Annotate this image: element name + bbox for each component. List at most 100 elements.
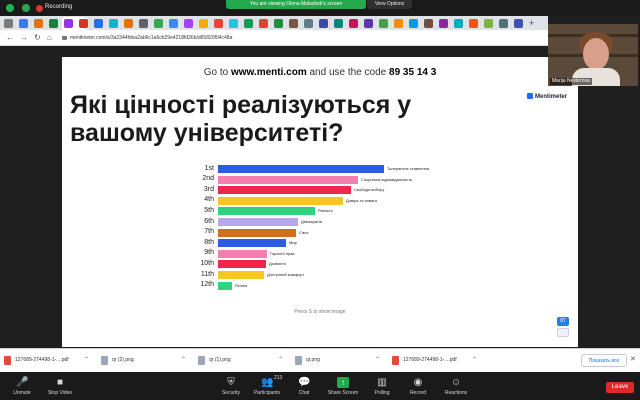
response-count-badge: 87 — [557, 317, 569, 326]
bar-value-label: Довіра та повага — [346, 197, 377, 203]
tab-favicon-icon[interactable] — [199, 19, 208, 28]
tab-favicon-icon[interactable] — [334, 19, 343, 28]
bar-value-label: Мир — [289, 240, 297, 246]
tab-favicon-icon[interactable] — [19, 19, 28, 28]
tab-favicon-icon[interactable] — [379, 19, 388, 28]
tab-favicon-icon[interactable] — [319, 19, 328, 28]
download-item[interactable]: 127689-274498-1-....pdf ⌃ — [392, 354, 477, 368]
bar-value-label: Демократія — [301, 219, 322, 224]
tab-favicon-icon[interactable] — [94, 19, 103, 28]
tab-favicon-icon[interactable] — [49, 19, 58, 28]
rank-label: 12th — [200, 281, 214, 289]
chevron-up-icon[interactable]: ⌃ — [181, 355, 186, 365]
tab-favicon-icon[interactable] — [304, 19, 313, 28]
tab-favicon-icon[interactable] — [244, 19, 253, 28]
show-all-downloads-button[interactable]: Показать все — [581, 354, 627, 367]
share-screen-button[interactable]: ↑ Share Screen — [321, 375, 365, 399]
tab-favicon-icon[interactable] — [469, 19, 478, 28]
chat-button[interactable]: 💬 Chat — [282, 375, 326, 399]
chart-bar — [218, 196, 343, 205]
chat-label: Chat — [298, 390, 310, 396]
viewing-banner: You are viewing Olena Malashek's screen — [226, 0, 366, 9]
tab-favicon-icon[interactable] — [139, 19, 148, 28]
chevron-up-icon[interactable]: ⌃ — [278, 355, 283, 365]
muted-mic-icon: 🎤 — [16, 377, 29, 388]
share-screen-icon: ↑ — [337, 377, 349, 388]
download-item[interactable]: qr (1).png ⌃ — [198, 354, 283, 368]
chevron-up-icon[interactable]: ⌃ — [84, 355, 89, 365]
chevron-up-icon[interactable]: ⌃ — [472, 355, 477, 365]
tab-favicon-icon[interactable] — [34, 19, 43, 28]
tab-favicon-icon[interactable] — [214, 19, 223, 28]
chart-bar — [218, 260, 266, 269]
rank-label: 1st — [204, 164, 214, 172]
close-downloads-icon[interactable]: ✕ — [630, 355, 636, 363]
rank-label: 8th — [204, 238, 214, 246]
security-shield-icon[interactable] — [22, 4, 30, 12]
tab-favicon-icon[interactable] — [229, 19, 238, 28]
tab-favicon-icon[interactable] — [409, 19, 418, 28]
tab-favicon-icon[interactable] — [79, 19, 88, 28]
browser-tab-strip: + — [0, 16, 548, 30]
chart-bar — [218, 271, 264, 279]
home-icon[interactable]: ⌂ — [47, 30, 52, 46]
tab-favicon-icon[interactable] — [439, 19, 448, 28]
zoom-top-bar: Recording You are viewing Olena Malashek… — [0, 0, 640, 16]
tab-favicon-icon[interactable] — [109, 19, 118, 28]
reactions-button[interactable]: ☺ Reactions — [434, 375, 478, 399]
tab-favicon-icon[interactable] — [154, 19, 163, 28]
fullscreen-icon[interactable] — [557, 328, 569, 337]
tab-favicon-icon[interactable] — [514, 19, 523, 28]
forward-icon[interactable]: → — [20, 30, 28, 46]
pdf-file-icon — [392, 356, 399, 365]
chart-bar — [218, 228, 296, 237]
view-options-button[interactable]: View Options — [367, 0, 412, 9]
download-filename: qr (2).png — [112, 357, 134, 363]
tab-favicon-icon[interactable] — [4, 19, 13, 28]
bar-value-label: Сім'я — [299, 229, 309, 235]
rank-label: 5th — [204, 206, 214, 214]
tab-favicon-icon[interactable] — [499, 19, 508, 28]
tab-favicon-icon[interactable] — [184, 19, 193, 28]
new-tab-button[interactable]: + — [529, 16, 534, 30]
participant-face — [583, 38, 609, 70]
download-filename: 127689-274498-1-....pdf — [15, 357, 69, 363]
tab-favicon-icon[interactable] — [484, 19, 493, 28]
shield-icon: ⛨ — [227, 377, 235, 388]
rank-label: 9th — [204, 249, 214, 257]
tab-favicon-icon[interactable] — [169, 19, 178, 28]
leave-button[interactable]: Leave — [606, 382, 634, 393]
record-icon: ◉ — [413, 377, 423, 388]
download-filename: 127689-274498-1-....pdf — [403, 357, 457, 363]
back-icon[interactable]: ← — [6, 30, 14, 46]
bar-value-label: Рівність — [318, 208, 333, 214]
tab-favicon-icon[interactable] — [454, 19, 463, 28]
bar-value-label: Толерантне ставлення — [387, 166, 430, 171]
tab-favicon-icon[interactable] — [394, 19, 403, 28]
url-field[interactable]: mentimeter.com/s/3a2344fdea2ab6c1a6cb29e… — [70, 33, 232, 43]
stop-video-button[interactable]: ■ Stop Video — [38, 375, 82, 399]
chart-bar — [218, 175, 358, 184]
tab-favicon-icon[interactable] — [259, 19, 268, 28]
tab-favicon-icon[interactable] — [64, 19, 73, 28]
chevron-up-icon[interactable]: ⌃ — [375, 355, 380, 365]
reload-icon[interactable]: ↻ — [34, 30, 41, 46]
tab-favicon-icon[interactable] — [349, 19, 358, 28]
reactions-icon: ☺ — [450, 377, 462, 388]
zoom-toolbar: 🎤 Unmute ■ Stop Video ⛨ Security 👥 213 P… — [0, 372, 640, 400]
bar-value-label: Доступний комфорт — [267, 272, 305, 277]
polling-icon: ▥ — [377, 377, 387, 388]
participant-video[interactable]: Marija Nesterova — [548, 24, 638, 86]
rank-label: 6th — [204, 217, 214, 225]
download-item[interactable]: qr (2).png ⌃ — [101, 354, 186, 368]
stop-video-label: Stop Video — [47, 390, 73, 396]
download-item[interactable]: qr.png ⌃ — [295, 354, 380, 368]
tab-favicon-icon[interactable] — [274, 19, 283, 28]
tab-favicon-icon[interactable] — [289, 19, 298, 28]
tab-favicon-icon[interactable] — [124, 19, 133, 28]
rank-label: 11th — [200, 270, 214, 278]
download-item[interactable]: 127689-274498-1-....pdf ⌃ — [4, 354, 89, 368]
tab-favicon-icon[interactable] — [424, 19, 433, 28]
image-file-icon — [295, 356, 302, 365]
tab-favicon-icon[interactable] — [364, 19, 373, 28]
